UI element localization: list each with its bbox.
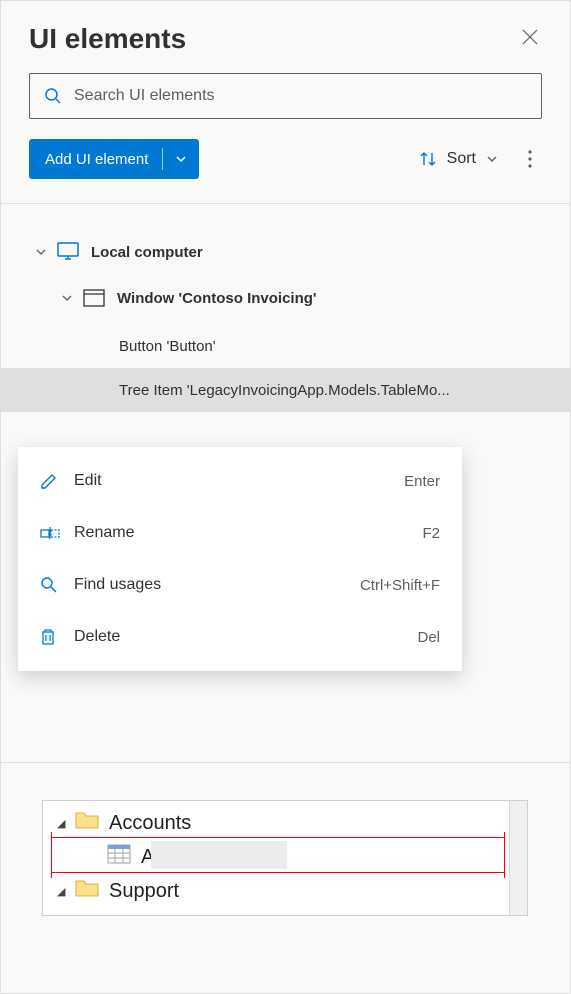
sort-icon bbox=[419, 150, 437, 168]
folder-icon bbox=[75, 878, 99, 904]
tree-node-button[interactable]: Button 'Button' bbox=[1, 324, 570, 368]
scrollbar[interactable] bbox=[509, 801, 527, 915]
preview-row: ◢ Accounts bbox=[43, 807, 527, 839]
add-button-label: Add UI element bbox=[29, 151, 162, 168]
add-button-dropdown[interactable] bbox=[163, 153, 199, 165]
chevron-down-icon bbox=[62, 293, 72, 303]
expand-icon: ◢ bbox=[57, 817, 71, 830]
delete-icon bbox=[40, 628, 60, 646]
tree-node-label: Button 'Button' bbox=[119, 338, 216, 355]
element-preview: ◢ Accounts Accounts ◢ Support bbox=[42, 800, 528, 916]
ui-elements-tree: Local computer Window 'Contoso Invoicing… bbox=[1, 204, 570, 412]
find-icon bbox=[40, 576, 60, 594]
menu-item-shortcut: F2 bbox=[422, 525, 440, 542]
table-icon bbox=[107, 844, 131, 870]
search-box[interactable] bbox=[29, 73, 542, 119]
menu-item-shortcut: Enter bbox=[404, 473, 440, 490]
more-vertical-icon bbox=[528, 150, 532, 168]
menu-item-edit[interactable]: Edit Enter bbox=[18, 455, 462, 507]
preview-label: Accounts bbox=[109, 812, 191, 835]
expand-icon: ◢ bbox=[57, 885, 71, 898]
tree-node-label: Window 'Contoso Invoicing' bbox=[117, 290, 316, 307]
menu-item-delete[interactable]: Delete Del bbox=[18, 611, 462, 663]
chevron-down-icon bbox=[175, 153, 187, 165]
search-icon bbox=[44, 87, 62, 105]
menu-item-label: Delete bbox=[74, 628, 417, 646]
edit-icon bbox=[40, 472, 60, 490]
folder-icon bbox=[75, 810, 99, 836]
add-ui-element-button[interactable]: Add UI element bbox=[29, 139, 199, 179]
monitor-icon bbox=[57, 242, 79, 262]
tree-node-label: Local computer bbox=[91, 244, 203, 261]
search-input[interactable] bbox=[74, 87, 527, 105]
window-icon bbox=[83, 289, 105, 307]
preview-label: Support bbox=[109, 880, 179, 903]
context-menu: Edit Enter Rename F2 Find usages Ctrl+Sh… bbox=[18, 447, 462, 671]
menu-item-label: Rename bbox=[74, 524, 422, 542]
sort-label: Sort bbox=[447, 150, 476, 168]
tree-node-label: Tree Item 'LegacyInvoicingApp.Models.Tab… bbox=[119, 382, 450, 399]
close-icon bbox=[522, 29, 538, 45]
menu-item-find-usages[interactable]: Find usages Ctrl+Shift+F bbox=[18, 559, 462, 611]
menu-item-shortcut: Ctrl+Shift+F bbox=[360, 577, 440, 594]
sort-button[interactable]: Sort bbox=[411, 144, 506, 174]
more-options-button[interactable] bbox=[518, 144, 542, 174]
tree-node-local-computer[interactable]: Local computer bbox=[1, 232, 570, 272]
menu-item-label: Edit bbox=[74, 472, 404, 490]
panel-title: UI elements bbox=[29, 23, 186, 55]
tree-node-tree-item[interactable]: Tree Item 'LegacyInvoicingApp.Models.Tab… bbox=[1, 368, 570, 412]
rename-icon bbox=[40, 525, 60, 541]
chevron-down-icon bbox=[486, 153, 498, 165]
menu-item-label: Find usages bbox=[74, 576, 360, 594]
menu-item-shortcut: Del bbox=[417, 629, 440, 646]
tree-node-window[interactable]: Window 'Contoso Invoicing' bbox=[1, 278, 570, 318]
close-button[interactable] bbox=[518, 24, 542, 55]
preview-row: ◢ Support bbox=[43, 875, 527, 907]
menu-item-rename[interactable]: Rename F2 bbox=[18, 507, 462, 559]
chevron-down-icon bbox=[36, 247, 46, 257]
